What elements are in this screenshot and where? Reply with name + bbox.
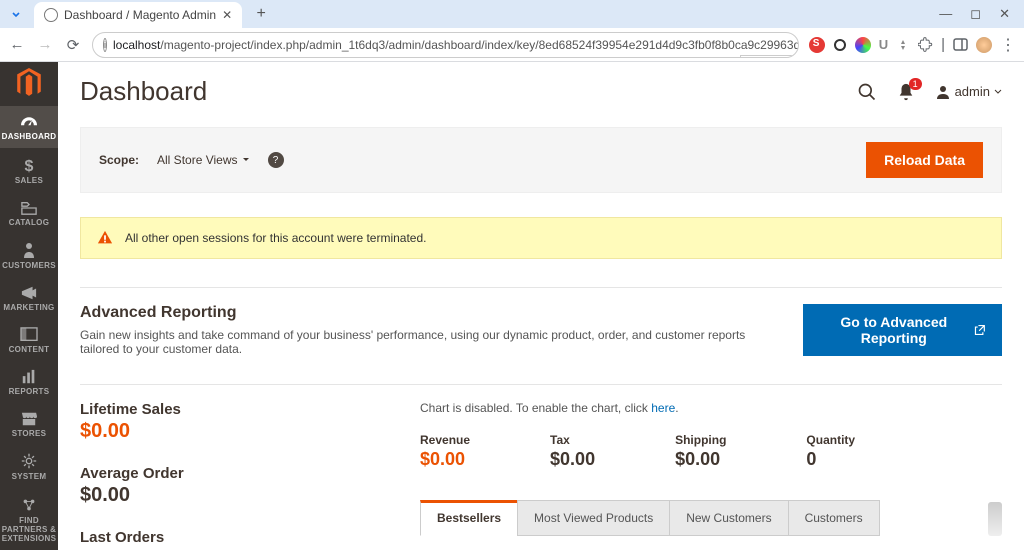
- adv-title: Advanced Reporting: [80, 304, 783, 322]
- average-order-stat: Average Order $0.00: [80, 465, 360, 507]
- tab-new-customers[interactable]: New Customers: [669, 500, 788, 536]
- metric-shipping: Shipping $0.00: [675, 433, 726, 470]
- average-order-value: $0.00: [80, 484, 360, 507]
- divider: |: [941, 36, 945, 53]
- sidebar-item-customers[interactable]: CUSTOMERS: [0, 233, 58, 277]
- metric-quantity: Quantity 0: [806, 433, 855, 470]
- svg-text:$: $: [25, 158, 34, 174]
- browser-tab[interactable]: Dashboard / Magento Admin ✕: [34, 2, 242, 28]
- sidebar-item-system[interactable]: SYSTEM: [0, 444, 58, 488]
- forward-icon[interactable]: →: [36, 36, 54, 53]
- menu-icon[interactable]: ⋮: [1000, 35, 1016, 55]
- browser-chrome: Dashboard / Magento Admin ✕ + — ◻ ✕ ← → …: [0, 0, 1024, 62]
- reload-data-button[interactable]: Reload Data: [866, 142, 983, 178]
- tab-title: Dashboard / Magento Admin: [64, 8, 216, 22]
- tabs: Bestsellers Most Viewed Products New Cus…: [420, 500, 1002, 536]
- minimize-icon[interactable]: —: [939, 6, 952, 22]
- back-icon[interactable]: ←: [8, 36, 26, 53]
- sidebar-label: SALES: [15, 177, 43, 186]
- dashboard-columns: Lifetime Sales $0.00 Average Order $0.00…: [80, 401, 1002, 550]
- go-to-advanced-reporting-button[interactable]: Go to Advanced Reporting: [803, 304, 1002, 356]
- user-menu[interactable]: admin: [935, 84, 1002, 100]
- notifications-icon[interactable]: 1: [897, 82, 915, 102]
- user-name: admin: [955, 84, 990, 99]
- tab-dropdown-icon[interactable]: [6, 4, 26, 24]
- metric-tax: Tax $0.00: [550, 433, 595, 470]
- close-window-icon[interactable]: ✕: [999, 6, 1010, 22]
- url-field[interactable]: i localhost/magento-project/index.php/ad…: [92, 32, 799, 58]
- ext-icon[interactable]: S: [809, 37, 825, 53]
- ext-icon[interactable]: U: [879, 37, 888, 52]
- notification-badge: 1: [909, 78, 922, 90]
- metrics-row: Revenue $0.00 Tax $0.00 Shipping $0.00 Q…: [420, 433, 1002, 470]
- maximize-icon[interactable]: ◻: [970, 6, 981, 22]
- metric-revenue: Revenue $0.00: [420, 433, 470, 470]
- last-orders-stat: Last Orders We couldn't find any records…: [80, 529, 360, 550]
- sidebar-label: STORES: [12, 430, 47, 439]
- globe-icon: [44, 8, 58, 22]
- ext-icon[interactable]: [855, 37, 871, 53]
- sidebar-label: MARKETING: [3, 304, 54, 313]
- help-icon[interactable]: ?: [268, 152, 284, 168]
- page-title: Dashboard: [80, 76, 207, 107]
- sidebar-item-dashboard[interactable]: DASHBOARD: [0, 106, 58, 148]
- url-path: /magento-project/index.php/admin_1t6dq3/…: [160, 38, 798, 52]
- address-bar: ← → ⟳ i localhost/magento-project/index.…: [0, 28, 1024, 62]
- browser-tabbar: Dashboard / Magento Admin ✕ + — ◻ ✕: [0, 0, 1024, 28]
- search-icon[interactable]: [857, 82, 877, 102]
- scope-selector[interactable]: All Store Views: [157, 153, 249, 167]
- magento-logo[interactable]: [16, 68, 42, 98]
- adv-desc: Gain new insights and take command of yo…: [80, 328, 783, 356]
- new-tab-button[interactable]: +: [250, 3, 272, 25]
- main-content: Dashboard 1 admin Scope: All Store Views: [58, 62, 1024, 550]
- url-host: localhost: [113, 38, 160, 52]
- site-info-icon[interactable]: i: [103, 38, 107, 52]
- app: DASHBOARD $ SALES CATALOG CUSTOMERS MARK…: [0, 62, 1024, 550]
- ext-icon[interactable]: [896, 38, 910, 52]
- sidebar-label: SYSTEM: [12, 473, 47, 482]
- tab-content: We couldn't find any records.: [420, 536, 1002, 550]
- sidebar: DASHBOARD $ SALES CATALOG CUSTOMERS MARK…: [0, 62, 58, 550]
- sidebar-label: REPORTS: [9, 388, 50, 397]
- alert-text: All other open sessions for this account…: [125, 231, 427, 245]
- panel-icon[interactable]: [953, 37, 968, 52]
- chart-note: Chart is disabled. To enable the chart, …: [420, 401, 1002, 415]
- sidebar-item-reports[interactable]: REPORTS: [0, 361, 58, 403]
- reload-icon[interactable]: ⟳: [64, 36, 82, 54]
- advanced-reporting-section: Advanced Reporting Gain new insights and…: [80, 304, 1002, 356]
- ext-icon[interactable]: [833, 38, 847, 52]
- sidebar-item-marketing[interactable]: MARKETING: [0, 277, 58, 319]
- extensions-icon[interactable]: [918, 37, 933, 52]
- window-controls: — ◻ ✕: [939, 6, 1024, 22]
- tab-close-icon[interactable]: ✕: [222, 8, 232, 22]
- tab-customers[interactable]: Customers: [788, 500, 880, 536]
- sidebar-label: FIND PARTNERS & EXTENSIONS: [0, 517, 58, 543]
- scroll-hint: [988, 502, 1002, 536]
- warning-icon: [97, 230, 113, 246]
- scope-label: Scope:: [99, 153, 139, 167]
- scope-bar: Scope: All Store Views ? Reload Data: [80, 127, 1002, 193]
- alert-banner: All other open sessions for this account…: [80, 217, 1002, 259]
- tab-bestsellers[interactable]: Bestsellers: [420, 500, 518, 536]
- sidebar-item-content[interactable]: CONTENT: [0, 319, 58, 361]
- sidebar-item-sales[interactable]: $ SALES: [0, 148, 58, 192]
- sidebar-item-catalog[interactable]: CATALOG: [0, 192, 58, 234]
- sidebar-item-partners[interactable]: FIND PARTNERS & EXTENSIONS: [0, 488, 58, 549]
- profile-avatar[interactable]: [976, 37, 992, 53]
- page-header: Dashboard 1 admin: [80, 76, 1002, 107]
- sidebar-item-stores[interactable]: STORES: [0, 403, 58, 445]
- sidebar-label: CONTENT: [9, 346, 50, 355]
- sidebar-label: CUSTOMERS: [2, 262, 56, 271]
- lifetime-sales-value: $0.00: [80, 420, 360, 443]
- enable-chart-link[interactable]: here: [651, 401, 675, 415]
- tooltip: minimize: [740, 55, 797, 58]
- lifetime-sales-stat: Lifetime Sales $0.00: [80, 401, 360, 443]
- sidebar-label: CATALOG: [9, 219, 49, 228]
- extensions-row: S U | ⋮: [809, 35, 1016, 55]
- sidebar-label: DASHBOARD: [2, 133, 57, 142]
- tab-most-viewed[interactable]: Most Viewed Products: [517, 500, 670, 536]
